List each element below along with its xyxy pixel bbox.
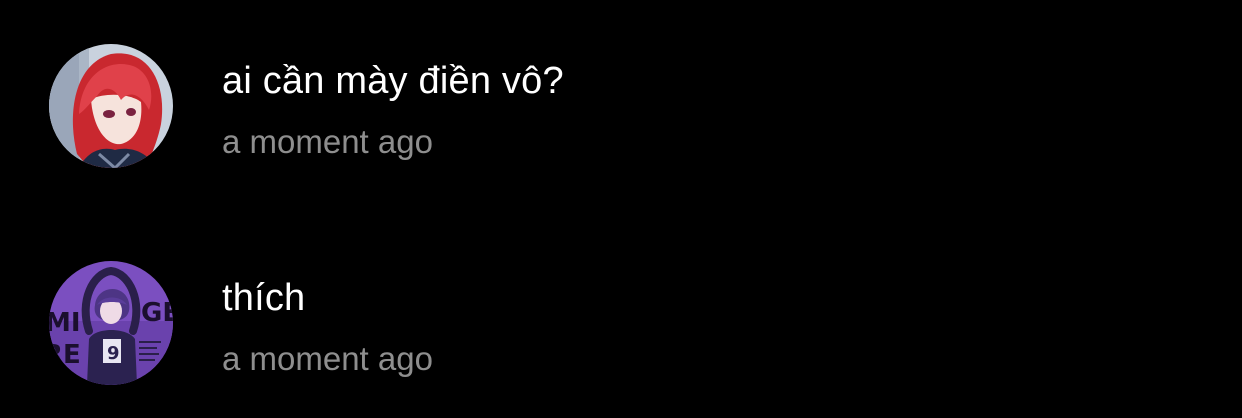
svg-text:GE: GE <box>141 298 173 328</box>
user-avatar-purple-hair-icon[interactable]: MI GE RE 9 <box>49 261 173 385</box>
comment-item: MI GE RE 9 thích a moment ago <box>0 255 1242 395</box>
svg-text:RE: RE <box>49 340 81 370</box>
comment-timestamp: a moment ago <box>222 123 433 160</box>
comment-timestamp: a moment ago <box>222 340 433 377</box>
comment-text: thích <box>222 277 306 319</box>
comment-text: ai cần mày điền vô? <box>222 60 564 102</box>
svg-text:MI: MI <box>49 308 81 338</box>
comment-item: ai cần mày điền vô? a moment ago <box>0 38 1242 178</box>
svg-text:9: 9 <box>107 343 120 364</box>
user-avatar-red-hair-icon[interactable] <box>49 44 173 168</box>
